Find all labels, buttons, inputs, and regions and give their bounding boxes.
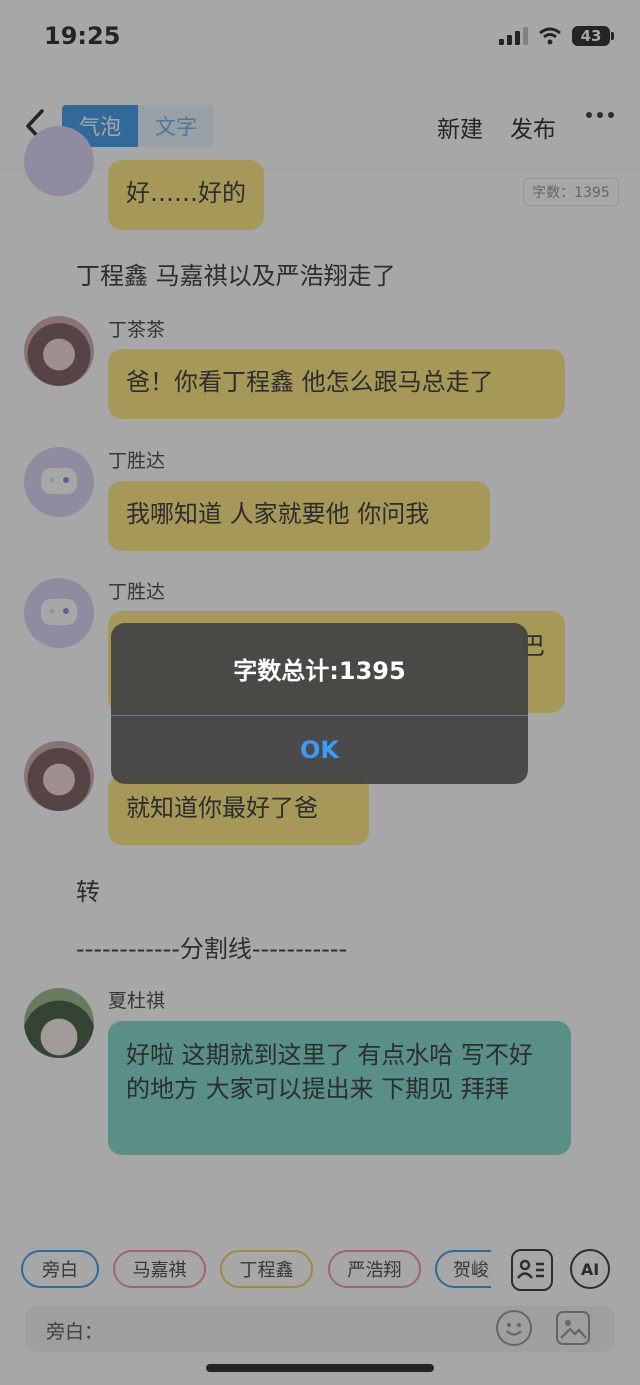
alert-title: 字数总计:1395 [233, 657, 406, 685]
ok-button[interactable]: OK [111, 716, 528, 784]
word-count-alert: 字数总计:1395 OK [111, 623, 528, 784]
